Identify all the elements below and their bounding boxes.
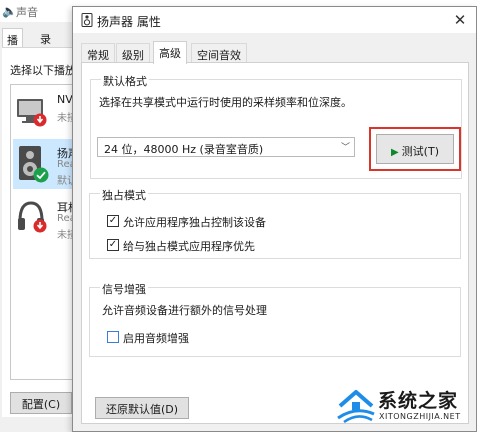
close-icon[interactable]: ✕ — [450, 10, 470, 30]
default-check-icon — [33, 167, 49, 183]
sound-window-title: 声音 — [16, 6, 38, 19]
signal-enhancement-description: 允许音频设备进行额外的信号处理 — [102, 304, 267, 317]
watermark-url: XITONGZHIJIA.NET — [379, 412, 461, 421]
disabled-badge-icon — [33, 219, 47, 233]
device-list: NV 未接 扬声 Rea 默认 — [10, 84, 74, 380]
speaker-properties-dialog: 扬声器 属性 ✕ 常规 级别 高级 空间音效 默认格式 选择在共享模式中运行时使… — [72, 6, 477, 432]
test-button-label: 测试(T) — [401, 145, 439, 158]
disabled-badge-icon — [33, 113, 47, 127]
play-icon: ▶ — [390, 147, 399, 158]
tab-spatial-sound[interactable]: 空间音效 — [191, 43, 247, 63]
sample-format-value: 24 位，48000 Hz (录音室音质) — [104, 143, 264, 156]
exclusive-mode-label: 独占模式 — [100, 187, 148, 203]
sample-format-select[interactable]: 24 位，48000 Hz (录音室音质) ﹀ — [97, 137, 355, 157]
exclusive-mode-group: 独占模式 ✓ 允许应用程序独占控制该设备 ✓ 给与独占模式应用程序优先 — [89, 187, 461, 259]
tab-recording[interactable]: 录制 — [36, 28, 55, 62]
configure-button[interactable]: 配置(C) — [10, 392, 72, 414]
watermark-name: 系统之家 — [378, 390, 459, 412]
device-item-speakers[interactable]: 扬声 Rea 默认 — [13, 139, 74, 189]
default-format-description: 选择在共享模式中运行时使用的采样频率和位深度。 — [99, 96, 352, 109]
signal-enhancement-group: 信号增强 允许音频设备进行额外的信号处理 启用音频增强 — [89, 281, 461, 357]
signal-enhancement-label: 信号增强 — [100, 281, 148, 297]
tab-levels[interactable]: 级别 — [116, 43, 150, 63]
audio-enhancement-label: 启用音频增强 — [123, 332, 189, 345]
dialog-titlebar: 扬声器 属性 ✕ — [73, 7, 476, 33]
device-name: NV — [57, 93, 73, 106]
exclusive-control-label: 允许应用程序独占控制该设备 — [123, 216, 266, 229]
tab-advanced[interactable]: 高级 — [153, 41, 187, 64]
house-logo-icon — [337, 390, 375, 424]
audio-enhancement-checkbox[interactable] — [107, 331, 119, 343]
tab-playback[interactable]: 播放 — [2, 28, 23, 63]
exclusive-priority-checkbox[interactable]: ✓ — [107, 239, 119, 251]
watermark: 系统之家 XITONGZHIJIA.NET — [336, 384, 477, 432]
sound-window-hint: 选择以下播放 — [10, 64, 72, 77]
device-item-nvidia[interactable]: NV 未接 — [13, 87, 74, 137]
speaker-icon: 🔈 — [2, 4, 17, 18]
exclusive-priority-label: 给与独占模式应用程序优先 — [123, 240, 255, 253]
test-button[interactable]: ▶ 测试(T) — [376, 134, 454, 164]
exclusive-control-checkbox[interactable]: ✓ — [107, 215, 119, 227]
restore-defaults-button[interactable]: 还原默认值(D) — [95, 397, 189, 419]
tab-general[interactable]: 常规 — [81, 43, 115, 63]
device-item-headphones[interactable]: 耳机 Rea 未接 — [13, 193, 74, 243]
speaker-icon — [81, 13, 93, 27]
dialog-tabs: 常规 级别 高级 空间音效 — [81, 41, 471, 64]
dialog-title: 扬声器 属性 — [97, 15, 161, 29]
chevron-down-icon: ﹀ — [340, 143, 350, 153]
default-format-label: 默认格式 — [101, 73, 149, 89]
